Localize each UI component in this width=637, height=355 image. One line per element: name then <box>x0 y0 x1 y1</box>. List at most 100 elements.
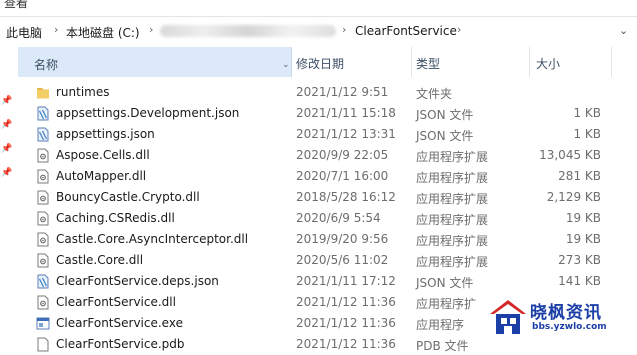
dll-file-icon <box>36 211 50 226</box>
dll-file-icon <box>36 253 50 268</box>
column-name-label: 名称 <box>34 58 59 72</box>
file-date: 2021/1/12 9:51 <box>296 85 389 99</box>
column-type-header[interactable]: 类型 <box>416 55 440 72</box>
dll-file-icon <box>36 148 50 163</box>
dll-file-icon <box>36 295 50 310</box>
address-bar[interactable]: 此电脑 › 本地磁盘 (C:) › › ClearFontService › ⌄ <box>0 16 637 47</box>
file-row[interactable]: runtimes 2021/1/12 9:51 文件夹 <box>18 82 637 103</box>
redacted-path <box>160 25 336 37</box>
breadcrumb-separator-icon[interactable]: › <box>457 23 461 36</box>
file-type: JSON 文件 <box>416 129 474 143</box>
file-name: Castle.Core.AsyncInterceptor.dll <box>56 232 249 246</box>
file-name: appsettings.json <box>56 127 155 141</box>
file-row[interactable]: AutoMapper.dll 2020/7/1 16:00 应用程序扩展 281 KB <box>18 166 637 187</box>
pin-icon[interactable]: 📌 <box>1 120 12 130</box>
column-divider[interactable] <box>411 47 412 77</box>
file-name: runtimes <box>56 85 110 99</box>
file-size: 2,129 KB <box>546 190 601 204</box>
watermark-url: bbs.yzwlo.com <box>532 322 607 332</box>
file-name: AutoMapper.dll <box>56 169 147 183</box>
file-name: appsettings.Development.json <box>56 106 240 120</box>
file-type: 应用程序扩展 <box>416 255 489 269</box>
json-file-icon <box>36 127 50 142</box>
file-name: Castle.Core.dll <box>56 253 144 267</box>
file-name: ClearFontService.deps.json <box>56 274 219 288</box>
file-type: 应用程序扩展 <box>416 234 489 248</box>
file-size: 19 KB <box>565 232 601 246</box>
file-name: ClearFontService.pdb <box>56 337 185 351</box>
file-type: 应用程序扩展 <box>416 171 489 185</box>
breadcrumb-separator-icon[interactable]: › <box>54 23 58 36</box>
breadcrumb-separator-icon[interactable]: › <box>342 23 346 36</box>
breadcrumb-local-disk[interactable]: 本地磁盘 (C:) <box>66 24 140 41</box>
dll-file-icon <box>36 232 50 247</box>
file-date: 2021/1/11 17:12 <box>296 274 396 288</box>
column-name-header[interactable]: 名称 ⌄ <box>18 47 292 77</box>
menu-bar: 查看 <box>0 0 637 10</box>
file-size: 281 KB <box>558 169 601 183</box>
file-name: Caching.CSRedis.dll <box>56 211 175 225</box>
file-type: 应用程序扩展 <box>416 150 489 164</box>
column-divider[interactable] <box>529 47 530 77</box>
file-date: 2018/5/28 16:12 <box>296 190 396 204</box>
file-date: 2021/1/12 11:36 <box>296 295 396 309</box>
file-row[interactable]: Caching.CSRedis.dll 2020/6/9 5:54 应用程序扩展 19… <box>18 208 637 229</box>
navigation-pane: 📌 📌 📌 📌 <box>0 46 18 347</box>
file-size: 1 KB <box>573 127 601 141</box>
file-date: 2020/9/9 22:05 <box>296 148 389 162</box>
file-date: 2020/7/1 16:00 <box>296 169 389 183</box>
column-date-header[interactable]: 修改日期 <box>296 55 344 72</box>
file-size: 19 KB <box>565 211 601 225</box>
file-row[interactable]: ClearFontService.deps.json 2021/1/11 17:1… <box>18 271 637 292</box>
json-file-icon <box>36 106 50 121</box>
watermark-logo-icon <box>490 300 526 334</box>
file-row[interactable]: appsettings.json 2021/1/12 13:31 JSON 文件 1 … <box>18 124 637 145</box>
dll-file-icon <box>36 190 50 205</box>
chevron-down-icon[interactable]: ⌄ <box>282 60 290 70</box>
file-row[interactable]: appsettings.Development.json 2021/1/11 15… <box>18 103 637 124</box>
breadcrumb-this-pc[interactable]: 此电脑 <box>6 24 42 41</box>
file-type: 应用程序扩展 <box>416 213 489 227</box>
menu-view[interactable]: 查看 <box>4 0 28 10</box>
file-row[interactable]: Castle.Core.dll 2020/5/6 11:02 应用程序扩展 273 K… <box>18 250 637 271</box>
file-date: 2021/1/12 11:36 <box>296 316 396 330</box>
file-type: 应用程序扩 <box>416 297 477 311</box>
file-name: ClearFontService.dll <box>56 295 176 309</box>
file-row[interactable]: Castle.Core.AsyncInterceptor.dll 2019/9/2… <box>18 229 637 250</box>
chevron-down-icon[interactable]: ⌄ <box>619 24 628 37</box>
file-row[interactable]: BouncyCastle.Crypto.dll 2018/5/28 16:12 应用… <box>18 187 637 208</box>
pin-icon[interactable]: 📌 <box>1 168 12 178</box>
pin-icon[interactable]: 📌 <box>1 144 12 154</box>
watermark-title: 晓枫资讯 <box>530 303 602 323</box>
file-type: 应用程序扩展 <box>416 192 489 206</box>
file-type: 应用程序 <box>416 318 465 332</box>
json-file-icon <box>36 274 50 289</box>
file-name: Aspose.Cells.dll <box>56 148 150 162</box>
breadcrumb-current-folder[interactable]: ClearFontService <box>355 24 457 38</box>
breadcrumb-separator-icon[interactable]: › <box>149 23 153 36</box>
watermark: 晓枫资讯 bbs.yzwlo.com <box>486 296 637 347</box>
file-type: JSON 文件 <box>416 276 474 290</box>
file-type: 文件夹 <box>416 87 453 101</box>
pin-icon[interactable]: 📌 <box>1 96 12 106</box>
file-name: ClearFontService.exe <box>56 316 183 330</box>
file-date: 2019/9/20 9:56 <box>296 232 389 246</box>
file-date: 2020/6/9 5:54 <box>296 211 381 225</box>
file-size: 273 KB <box>558 253 601 267</box>
column-divider[interactable] <box>611 47 612 77</box>
file-date: 2020/5/6 11:02 <box>296 253 389 267</box>
dll-file-icon <box>36 169 50 184</box>
file-date: 2021/1/12 13:31 <box>296 127 396 141</box>
file-date: 2021/1/11 15:18 <box>296 106 396 120</box>
pdb-file-icon <box>36 337 50 352</box>
column-size-header[interactable]: 大小 <box>536 55 560 72</box>
file-type: JSON 文件 <box>416 108 474 122</box>
file-row[interactable]: Aspose.Cells.dll 2020/9/9 22:05 应用程序扩展 13,0… <box>18 145 637 166</box>
file-size: 141 KB <box>558 274 601 288</box>
folder-icon <box>36 85 50 100</box>
file-size: 13,045 KB <box>539 148 601 162</box>
column-header: 名称 ⌄ 修改日期 类型 大小 <box>18 46 637 78</box>
exe-file-icon <box>36 316 50 331</box>
file-name: BouncyCastle.Crypto.dll <box>56 190 200 204</box>
file-size: 1 KB <box>573 106 601 120</box>
